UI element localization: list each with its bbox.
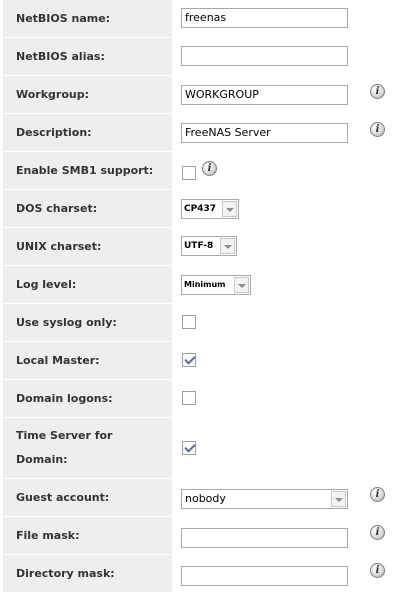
row-file-mask: File mask: i <box>0 517 405 554</box>
row-local-master: Local Master: <box>0 342 405 379</box>
description-input[interactable]: FreeNAS Server <box>181 123 348 143</box>
chevron-down-icon[interactable] <box>220 238 235 254</box>
netbios-alias-label: NetBIOS alias: <box>0 38 172 75</box>
time-server-label-line1: Time Server for <box>16 429 113 442</box>
guest-account-value: nobody <box>185 492 226 505</box>
unix-charset-value: UTF-8 <box>184 241 214 251</box>
unix-charset-select[interactable]: UTF-8 <box>181 236 237 256</box>
row-domain-logons: Domain logons: <box>0 380 405 417</box>
row-workgroup: Workgroup: WORKGROUP i <box>0 76 405 113</box>
row-netbios-name: NetBIOS name: freenas <box>0 0 405 37</box>
row-netbios-alias: NetBIOS alias: <box>0 38 405 75</box>
log-level-select[interactable]: Minimum <box>181 275 251 295</box>
guest-account-label: Guest account: <box>0 479 172 516</box>
enable-smb1-checkbox[interactable] <box>182 166 196 180</box>
guest-account-select[interactable]: nobody <box>181 489 348 509</box>
chevron-down-icon[interactable] <box>222 201 237 217</box>
time-server-label: Time Server for Domain: <box>0 418 172 478</box>
log-level-value: Minimum <box>184 280 226 289</box>
workgroup-label: Workgroup: <box>0 76 172 113</box>
time-server-checkbox[interactable] <box>182 441 196 455</box>
row-enable-smb1: Enable SMB1 support: i <box>0 152 405 189</box>
row-directory-mask: Directory mask: i <box>0 555 405 592</box>
info-icon[interactable]: i <box>370 563 385 578</box>
time-server-label-line2: Domain: <box>16 453 68 466</box>
row-guest-account: Guest account: nobody i <box>0 479 405 516</box>
description-label: Description: <box>0 114 172 151</box>
enable-smb1-label: Enable SMB1 support: <box>0 152 172 189</box>
local-master-label: Local Master: <box>0 342 172 379</box>
file-mask-label: File mask: <box>0 517 172 554</box>
info-icon[interactable]: i <box>370 487 385 502</box>
row-unix-charset: UNIX charset: UTF-8 <box>0 228 405 265</box>
netbios-name-label: NetBIOS name: <box>0 0 172 37</box>
row-use-syslog: Use syslog only: <box>0 304 405 341</box>
row-description: Description: FreeNAS Server i <box>0 114 405 151</box>
unix-charset-label: UNIX charset: <box>0 228 172 265</box>
domain-logons-checkbox[interactable] <box>182 391 196 405</box>
dos-charset-value: CP437 <box>184 204 216 214</box>
cifs-settings-form: NetBIOS name: freenas NetBIOS alias: Wor… <box>0 0 405 593</box>
log-level-label: Log level: <box>0 266 172 303</box>
dos-charset-label: DOS charset: <box>0 190 172 227</box>
workgroup-input[interactable]: WORKGROUP <box>181 85 348 105</box>
row-log-level: Log level: Minimum <box>0 266 405 303</box>
netbios-alias-input[interactable] <box>181 46 348 66</box>
directory-mask-input[interactable] <box>181 566 348 586</box>
netbios-name-input[interactable]: freenas <box>181 8 348 28</box>
info-icon[interactable]: i <box>202 161 217 176</box>
chevron-down-icon[interactable] <box>331 491 346 507</box>
info-icon[interactable]: i <box>370 84 385 99</box>
directory-mask-label: Directory mask: <box>0 555 172 592</box>
use-syslog-label: Use syslog only: <box>0 304 172 341</box>
row-time-server: Time Server for Domain: <box>0 418 405 478</box>
info-icon[interactable]: i <box>370 122 385 137</box>
chevron-down-icon[interactable] <box>234 277 249 293</box>
info-icon[interactable]: i <box>370 525 385 540</box>
row-dos-charset: DOS charset: CP437 <box>0 190 405 227</box>
file-mask-input[interactable] <box>181 528 348 548</box>
local-master-checkbox[interactable] <box>182 353 196 367</box>
use-syslog-checkbox[interactable] <box>182 315 196 329</box>
dos-charset-select[interactable]: CP437 <box>181 199 239 219</box>
domain-logons-label: Domain logons: <box>0 380 172 417</box>
